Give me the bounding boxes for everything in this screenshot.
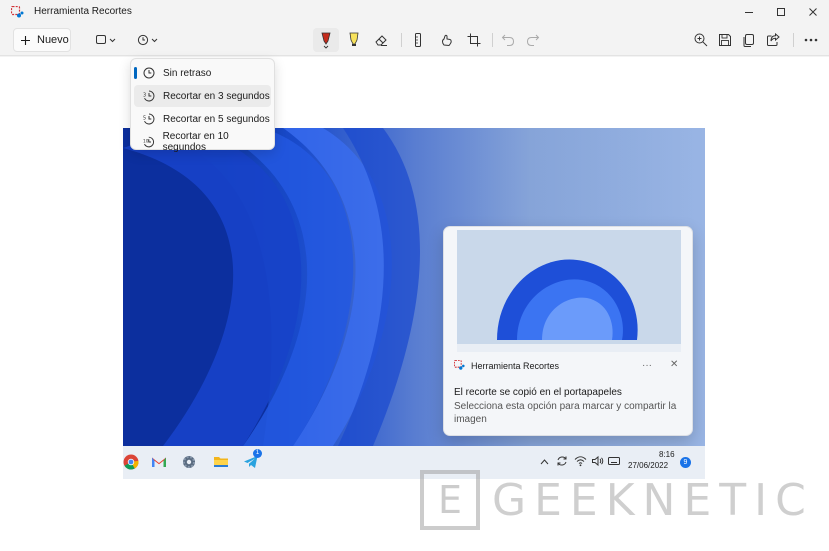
save-button[interactable] [714,28,736,52]
file-explorer-icon[interactable] [213,454,229,470]
eraser-button[interactable] [370,28,392,52]
chrome-icon[interactable] [123,454,139,470]
sync-icon[interactable] [556,455,568,467]
notification-more-button[interactable]: ··· [642,360,652,371]
menu-item-no-delay[interactable]: Sin retraso [134,62,271,84]
notification-body: Selecciona esta opción para marcar y com… [454,401,677,425]
svg-text:3: 3 [143,93,146,99]
notification-close-button[interactable]: ✕ [670,359,678,370]
watermark-text: GEEKNETIC [492,474,814,526]
ballpoint-pen-icon [321,32,331,49]
taskbar-date[interactable]: 27/06/2022 [628,461,668,470]
undo-button[interactable] [497,28,519,52]
watermark-logo-box: E [420,470,480,530]
svg-text:5: 5 [143,116,146,122]
new-snip-button[interactable]: Nuevo [13,28,71,52]
close-icon [809,8,817,16]
toolbar-separator [492,33,493,47]
minimize-icon [745,12,753,13]
close-button[interactable] [797,0,829,24]
snipping-tool-logo-icon [11,6,24,18]
menu-item-label: Recortar en 10 segundos [162,131,229,153]
clock-10-icon: 10 [143,136,155,148]
captured-screenshot: Herramienta Recortes ··· ✕ El recorte se… [123,128,705,479]
highlighter-button[interactable] [343,28,365,52]
share-icon [767,33,780,46]
taskbar-time[interactable]: 8:16 [659,450,675,459]
highlighter-icon [349,32,359,46]
toolbar: Nuevo [0,24,829,56]
maximize-icon [777,8,785,16]
site-watermark: E GEEKNETIC [420,470,814,530]
save-icon [719,34,731,46]
menu-item-label: Sin retraso [163,67,212,79]
telegram-badge: 1 [253,449,262,458]
delay-menu: Sin retraso 3 Recortar en 3 segundos 5 R… [130,58,275,153]
touch-writing-icon [442,34,452,47]
menu-item-label: Recortar en 5 segundos [163,113,270,125]
notification-preview-image [457,230,681,352]
crop-icon [467,33,481,47]
snip-mode-button[interactable] [92,28,122,52]
delay-icon [137,34,158,46]
toolbar-separator [793,33,794,47]
settings-icon[interactable] [181,454,197,470]
ballpoint-pen-button[interactable] [313,28,339,52]
copy-icon [743,34,754,47]
keyboard-icon[interactable] [608,456,620,466]
clock-icon [143,67,155,79]
svg-text:10: 10 [143,138,149,144]
maximize-button[interactable] [765,0,797,24]
notification-toast[interactable]: Herramienta Recortes ··· ✕ El recorte se… [443,226,693,436]
new-snip-label: Nuevo [37,34,69,46]
touch-writing-button[interactable] [436,28,458,52]
snip-mode-icon [96,35,116,44]
notification-title: El recorte se copió en el portapapeles [454,387,622,398]
menu-item-delay-10[interactable]: 10 Recortar en 10 segundos [134,131,271,153]
more-icon [804,38,818,42]
snipping-tool-logo-icon [454,360,465,370]
eraser-icon [375,35,387,46]
more-options-button[interactable] [800,28,822,52]
window-title: Herramienta Recortes [34,6,132,17]
menu-item-delay-5[interactable]: 5 Recortar en 5 segundos [134,108,271,130]
zoom-icon [694,33,708,47]
share-button[interactable] [762,28,784,52]
wifi-icon[interactable] [574,455,587,467]
redo-button[interactable] [522,28,544,52]
redo-icon [526,34,540,46]
clock-3-icon: 3 [143,90,155,102]
minimize-button[interactable] [733,0,765,24]
preview-thumbnail [457,230,681,352]
delay-button[interactable] [134,28,164,52]
crop-button[interactable] [463,28,485,52]
plus-icon [21,35,30,45]
copy-button[interactable] [738,28,760,52]
volume-icon[interactable] [591,455,604,467]
notification-header: Herramienta Recortes [454,360,559,371]
clock-5-icon: 5 [143,113,155,125]
zoom-button[interactable] [690,28,712,52]
ruler-icon [415,33,421,47]
notification-count-badge[interactable]: 9 [680,457,691,468]
gmail-icon[interactable] [151,454,167,470]
menu-item-delay-3[interactable]: 3 Recortar en 3 segundos [134,85,271,107]
title-bar: Herramienta Recortes [0,0,829,24]
toolbar-separator [401,33,402,47]
menu-item-label: Recortar en 3 segundos [163,90,270,102]
notification-app-name: Herramienta Recortes [471,360,560,371]
undo-icon [501,34,515,46]
ruler-button[interactable] [408,28,428,52]
chevron-up-icon[interactable] [540,458,549,466]
